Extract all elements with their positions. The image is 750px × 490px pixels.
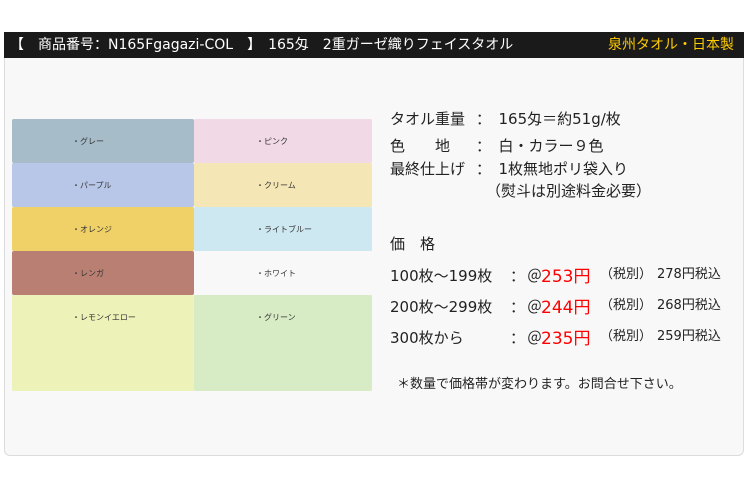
price-qty: 200枚～299枚 (390, 298, 493, 316)
price-tax-included: 259円税込 (657, 329, 721, 344)
swatch-label: ・グリーン (256, 313, 296, 322)
color-value: ： 白・カラー９色 (476, 137, 604, 155)
swatch-orange: ・オレンジ (12, 207, 194, 251)
weight-value: ： 165匁＝約51g/枚 (476, 110, 621, 128)
price-tax-note: （税別） (600, 329, 653, 344)
swatch-label: ・クリーム (256, 181, 296, 190)
swatch-label: ・グレー (72, 137, 104, 146)
price-tax-included: 278円税込 (657, 267, 721, 282)
price-amount: 253円 (541, 267, 591, 287)
swatch-label: ・パープル (72, 181, 112, 190)
swatch-lemon-yellow: ・レモンイエロー (12, 295, 194, 391)
swatch-green: ・グリーン (194, 295, 372, 391)
swatch-light-blue: ・ライトブルー (194, 207, 372, 251)
finish-note: （熨斗は別途料金必要） (486, 182, 652, 200)
price-amount: 235円 (541, 329, 591, 349)
swatch-cream: ・クリーム (194, 163, 372, 207)
swatch-label: ・ライトブルー (256, 225, 312, 234)
product-header: 【 商品番号：N165Fgagazi-COL 】 165匁 2重ガーゼ織りフェイ… (4, 32, 744, 58)
swatch-brick: ・レンガ (12, 251, 194, 295)
price-colon: ： (510, 267, 526, 285)
price-qty: 100枚～199枚 (390, 267, 493, 285)
swatch-label: ・レンガ (72, 269, 104, 278)
price-tax-note: （税別） (600, 267, 653, 282)
swatch-label: ・ピンク (256, 137, 288, 146)
swatch-pink: ・ピンク (194, 119, 372, 163)
price-tax-included: 268円税込 (657, 298, 721, 313)
swatch-white: ・ホワイト (194, 251, 372, 295)
price-footnote: ＊数量で価格帯が変わります。お問合せ下さい。 (397, 377, 682, 392)
price-at: ＠ (527, 267, 543, 285)
price-heading: 価 格 (390, 235, 436, 253)
swatch-label: ・ホワイト (256, 269, 296, 278)
price-amount: 244円 (541, 298, 591, 318)
price-at: ＠ (527, 329, 543, 347)
price-at: ＠ (527, 298, 543, 316)
color-swatch-image: ・グレー ・ピンク ・パープル ・クリーム ・オレンジ ・ライトブルー ・レンガ… (12, 119, 372, 391)
price-tax-note: （税別） (600, 298, 653, 313)
finish-value: ： 1枚無地ポリ袋入り (476, 160, 629, 178)
swatch-gray: ・グレー (12, 119, 194, 163)
price-colon: ： (510, 298, 526, 316)
swatch-purple: ・パープル (12, 163, 194, 207)
swatch-label: ・レモンイエロー (72, 313, 136, 322)
color-label: 色 地 (390, 137, 451, 155)
finish-label: 最終仕上げ (390, 160, 466, 178)
weight-label: タオル重量 (390, 110, 466, 128)
price-colon: ： (510, 329, 526, 347)
swatch-label: ・オレンジ (72, 225, 112, 234)
price-qty: 300枚から (390, 329, 464, 347)
brand-tag: 泉州タオル・日本製 (608, 37, 734, 53)
product-title: 【 商品番号：N165Fgagazi-COL 】 165匁 2重ガーゼ織りフェイ… (10, 37, 514, 53)
